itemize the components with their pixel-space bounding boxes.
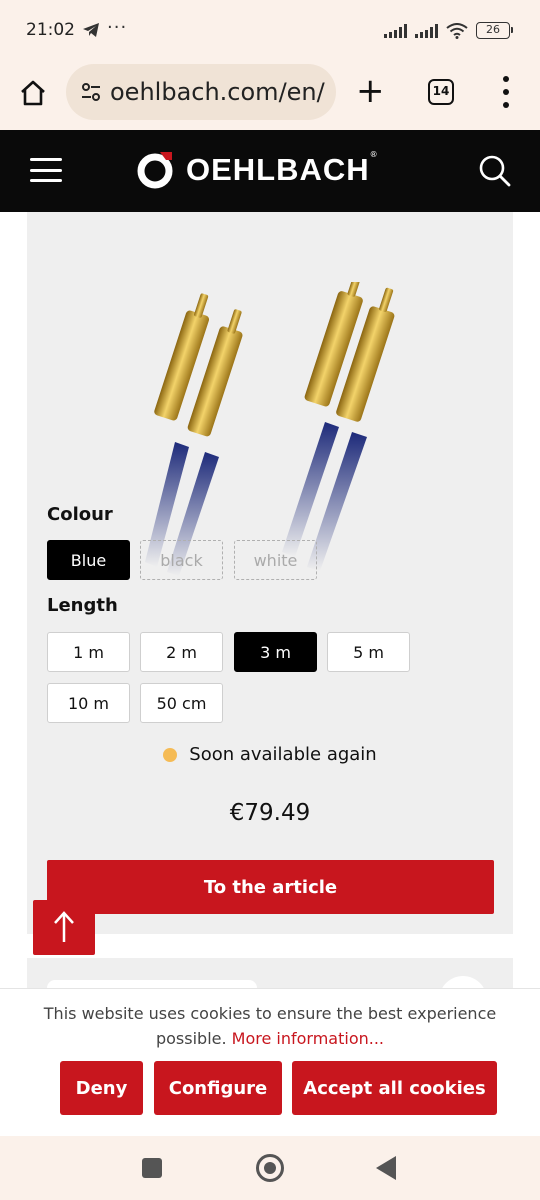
status-time: 21:02 bbox=[26, 20, 75, 40]
colour-option-blue[interactable]: Blue bbox=[47, 540, 130, 580]
length-option-2m[interactable]: 2 m bbox=[140, 632, 223, 672]
new-tab-plus-icon[interactable]: + bbox=[356, 74, 385, 108]
signal-icon bbox=[384, 23, 407, 38]
battery-level: 26 bbox=[486, 23, 500, 36]
to-the-article-button[interactable]: To the article bbox=[47, 860, 494, 914]
length-option-5m[interactable]: 5 m bbox=[327, 632, 410, 672]
more-menu-icon[interactable] bbox=[500, 76, 512, 108]
deny-button[interactable]: Deny bbox=[60, 1061, 143, 1115]
length-option-10m[interactable]: 10 m bbox=[47, 683, 130, 723]
length-label: Length bbox=[47, 595, 118, 616]
availability-text: Soon available again bbox=[189, 744, 377, 765]
telegram-icon bbox=[83, 23, 99, 37]
system-nav-bar bbox=[0, 1136, 540, 1200]
browser-toolbar: oehlbach.com/en/ + 14 bbox=[0, 62, 540, 130]
status-bar: 21:02 ··· 26 bbox=[0, 0, 540, 62]
product-image[interactable] bbox=[127, 282, 407, 582]
status-right: 26 bbox=[384, 22, 513, 39]
more-information-link[interactable]: More information... bbox=[232, 1029, 384, 1048]
address-bar[interactable]: oehlbach.com/en/ bbox=[66, 64, 336, 120]
url-text: oehlbach.com/en/ bbox=[110, 78, 325, 106]
arrow-up-icon bbox=[54, 911, 74, 942]
back-triangle-icon[interactable] bbox=[376, 1156, 396, 1180]
signal-icon bbox=[415, 23, 438, 38]
cookie-message: This website uses cookies to ensure the … bbox=[30, 1001, 510, 1051]
length-option-3m[interactable]: 3 m bbox=[234, 632, 317, 672]
battery-icon: 26 bbox=[476, 22, 513, 39]
site-header: OEHLBACH ® bbox=[0, 130, 540, 212]
brand-logo[interactable]: OEHLBACH ® bbox=[136, 150, 378, 190]
configure-button[interactable]: Configure bbox=[154, 1061, 282, 1115]
product-price: €79.49 bbox=[229, 800, 311, 826]
more-notifications-indicator: ··· bbox=[107, 17, 128, 38]
site-settings-icon[interactable] bbox=[80, 81, 102, 103]
colour-option-black[interactable]: black bbox=[140, 540, 223, 580]
hamburger-menu-icon[interactable] bbox=[30, 158, 62, 182]
home-circle-icon[interactable] bbox=[256, 1154, 284, 1182]
length-option-1m[interactable]: 1 m bbox=[47, 632, 130, 672]
cookie-banner: This website uses cookies to ensure the … bbox=[0, 988, 540, 1136]
search-icon[interactable] bbox=[478, 154, 512, 188]
tab-count: 14 bbox=[432, 84, 450, 98]
home-icon[interactable] bbox=[18, 78, 48, 108]
availability-dot-icon bbox=[163, 747, 178, 762]
scroll-to-top-button[interactable] bbox=[33, 900, 95, 955]
oehlbach-logo-icon bbox=[137, 152, 173, 189]
product-card: Colour Blue black white Length 1 m 2 m 3… bbox=[27, 212, 513, 934]
brand-name: OEHLBACH bbox=[186, 152, 370, 187]
availability-status: Soon available again bbox=[27, 744, 513, 765]
tabs-icon[interactable]: 14 bbox=[428, 79, 454, 105]
recents-square-icon[interactable] bbox=[142, 1158, 162, 1178]
length-option-50cm[interactable]: 50 cm bbox=[140, 683, 223, 723]
colour-label: Colour bbox=[47, 504, 113, 525]
colour-option-white[interactable]: white bbox=[234, 540, 317, 580]
registered-mark: ® bbox=[369, 150, 378, 159]
accept-all-cookies-button[interactable]: Accept all cookies bbox=[292, 1061, 497, 1115]
wifi-icon bbox=[446, 22, 468, 39]
